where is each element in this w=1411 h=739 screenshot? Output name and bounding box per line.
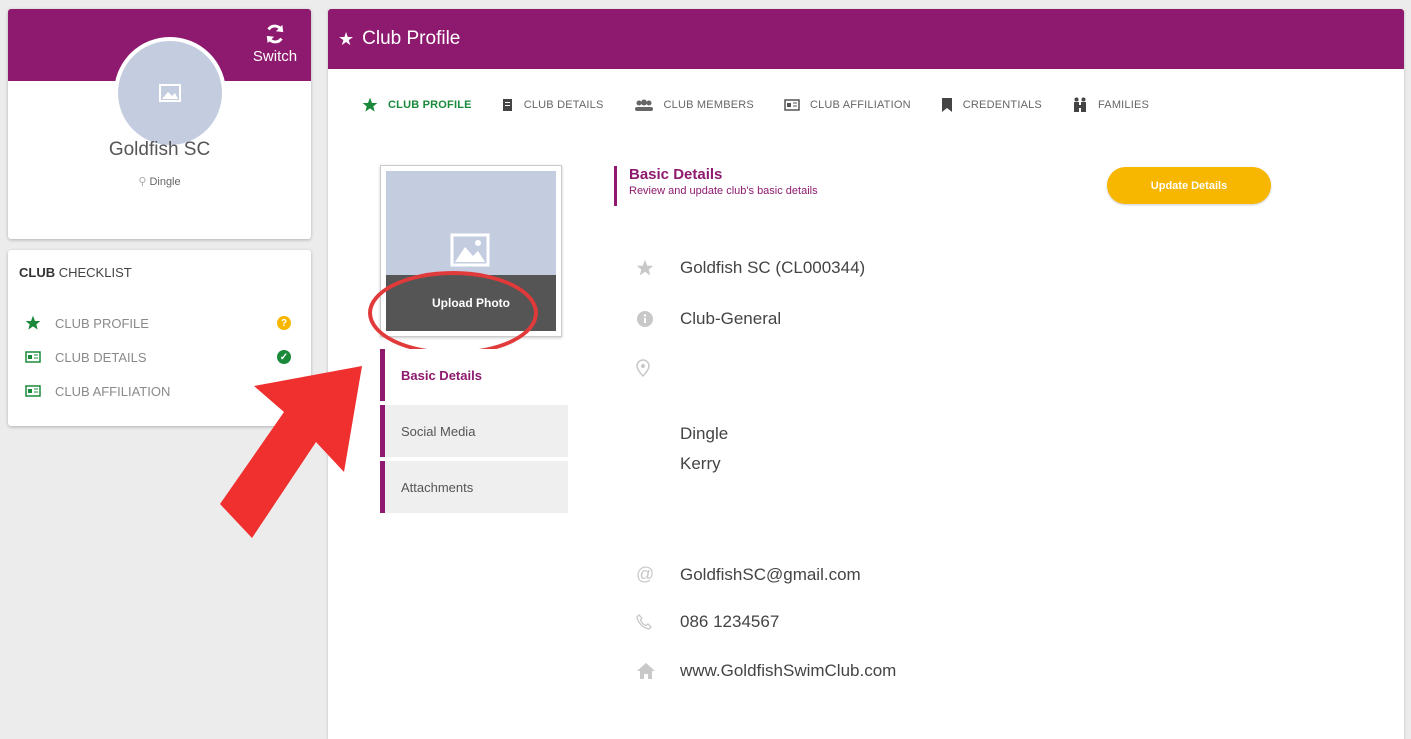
side-tab-social-media[interactable]: Social Media — [380, 405, 568, 457]
email-value: GoldfishSC@gmail.com — [680, 564, 861, 584]
id-card-icon — [25, 384, 55, 398]
switch-club-button[interactable]: Switch — [249, 23, 301, 65]
checklist-heading-bold: CLUB — [19, 265, 56, 280]
checklist-heading: CLUB CHECKLIST — [19, 265, 132, 280]
club-photo: Upload Photo — [386, 171, 556, 331]
page-header: ★ Club Profile — [328, 9, 1404, 69]
tab-label: CLUB DETAILS — [523, 99, 604, 111]
club-avatar[interactable] — [114, 37, 226, 149]
document-icon — [502, 98, 514, 112]
page-title: Club Profile — [362, 28, 461, 49]
club-photo-frame: Upload Photo — [380, 165, 562, 337]
tab-label: CLUB AFFILIATION — [809, 99, 911, 111]
checklist-item-label: CLUB AFFILIATION — [55, 383, 171, 399]
bookmark-icon — [941, 97, 953, 113]
address-line-2: Kerry — [680, 454, 721, 473]
at-sign-icon: @ — [636, 564, 655, 584]
club-location-text: Dingle — [149, 176, 181, 188]
family-icon — [1072, 97, 1088, 113]
complete-status-icon: ✓ — [277, 350, 291, 364]
detail-row-club-type: Club-General — [636, 309, 781, 329]
star-icon — [362, 97, 378, 113]
address-line-1: Dingle — [680, 424, 729, 443]
address-block: Dingle Kerry — [680, 419, 728, 479]
club-card: Switch Goldfish SC ⚲ Dingle — [8, 9, 311, 239]
id-card-icon — [25, 350, 55, 364]
image-placeholder-icon — [450, 233, 490, 267]
location-pin-icon — [636, 359, 680, 377]
update-details-button[interactable]: Update Details — [1107, 167, 1271, 204]
star-icon — [25, 315, 55, 331]
tab-label: CLUB MEMBERS — [663, 99, 754, 111]
detail-side-tabs: Basic Details Social Media Attachments — [380, 349, 568, 517]
tab-club-affiliation[interactable]: CLUB AFFILIATION — [784, 98, 911, 112]
club-location: ⚲ Dingle — [8, 175, 311, 188]
info-icon — [636, 310, 680, 328]
tab-families[interactable]: FAMILIES — [1072, 97, 1149, 113]
club-type: Club-General — [680, 309, 782, 328]
club-checklist: CLUB CHECKLIST CLUB PROFILE ? CLUB DETAI… — [8, 250, 311, 426]
section-subtitle: Review and update club's basic details — [629, 185, 818, 197]
group-icon — [634, 99, 654, 111]
detail-row-email: @ GoldfishSC@gmail.com — [636, 564, 861, 585]
section-header: Basic Details Review and update club's b… — [614, 166, 818, 206]
tab-label: CLUB PROFILE — [388, 99, 472, 111]
main-panel: ★ Club Profile CLUB PROFILE CLUB DETAILS… — [328, 9, 1404, 739]
home-icon — [636, 662, 680, 680]
detail-row-phone: 086 1234567 — [636, 612, 779, 632]
club-name: Goldfish SC — [108, 139, 211, 160]
detail-row-address — [636, 359, 680, 377]
profile-tabs: CLUB PROFILE CLUB DETAILS CLUB MEMBERS C… — [362, 97, 1179, 113]
star-icon: ★ — [338, 28, 355, 49]
checklist-item-label: CLUB DETAILS — [55, 349, 147, 365]
tab-credentials[interactable]: CREDENTIALS — [941, 97, 1042, 113]
pending-status-icon: ? — [277, 316, 291, 330]
tab-label: CREDENTIALS — [962, 99, 1042, 111]
checklist-item-club-affiliation[interactable]: CLUB AFFILIATION — [25, 380, 305, 402]
detail-row-club-name: Goldfish SC (CL000344) — [636, 258, 865, 278]
phone-icon — [636, 614, 680, 630]
location-pin-icon: ⚲ — [138, 176, 147, 188]
id-card-icon — [784, 98, 800, 112]
tab-club-members[interactable]: CLUB MEMBERS — [634, 99, 754, 111]
section-title: Basic Details — [629, 166, 723, 183]
star-icon — [636, 259, 680, 277]
checklist-item-club-profile[interactable]: CLUB PROFILE ? — [25, 312, 305, 334]
checklist-heading-rest: CHECKLIST — [55, 265, 132, 280]
tab-club-details[interactable]: CLUB DETAILS — [502, 98, 604, 112]
checklist-item-label: CLUB PROFILE — [55, 315, 149, 331]
side-tab-attachments[interactable]: Attachments — [380, 461, 568, 513]
upload-photo-button[interactable]: Upload Photo — [386, 275, 556, 331]
phone-value: 086 1234567 — [680, 612, 780, 631]
website-value: www.GoldfishSwimClub.com — [680, 661, 897, 680]
detail-row-website: www.GoldfishSwimClub.com — [636, 661, 896, 681]
tab-club-profile[interactable]: CLUB PROFILE — [362, 97, 472, 113]
refresh-icon — [266, 24, 284, 44]
tab-label: FAMILIES — [1097, 99, 1150, 111]
switch-label: Switch — [252, 48, 298, 65]
side-tab-basic-details[interactable]: Basic Details — [380, 349, 568, 401]
image-placeholder-icon — [159, 84, 181, 102]
checklist-item-club-details[interactable]: CLUB DETAILS ✓ — [25, 346, 305, 368]
club-name-code: Goldfish SC (CL000344) — [680, 258, 866, 277]
